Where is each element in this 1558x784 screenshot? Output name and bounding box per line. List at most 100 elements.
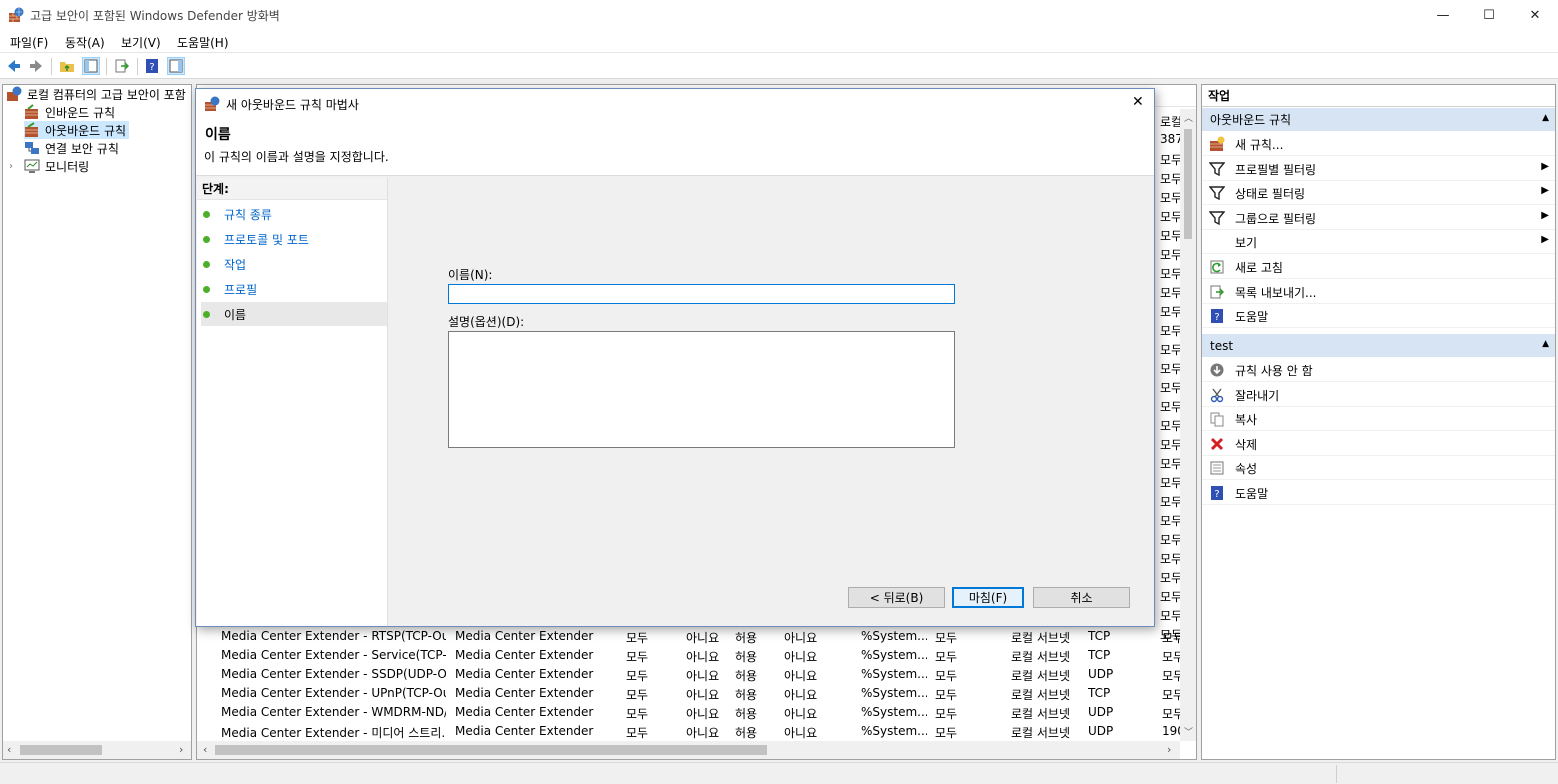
wizard-step[interactable]: 작업 — [201, 252, 387, 276]
menu-view[interactable]: 보기(V) — [121, 34, 161, 51]
list-cell-partial: 모두 — [1160, 343, 1180, 357]
scroll-left-icon[interactable]: ‹ — [7, 743, 11, 756]
dialog-heading: 이름 — [205, 127, 231, 143]
action-item-label: 프로필별 필터링 — [1235, 162, 1317, 177]
list-horizontal-scrollbar[interactable]: ‹ › — [197, 741, 1180, 759]
table-cell-remote-addr: 로컬 서브넷 — [1011, 688, 1071, 702]
rule-description-input[interactable] — [448, 331, 955, 448]
wizard-step[interactable]: 프로토콜 및 포트 — [201, 227, 387, 251]
wizard-step-label: 작업 — [224, 257, 247, 272]
tree-item-label: 연결 보안 규칙 — [45, 141, 119, 156]
expand-chevron-icon[interactable]: › — [9, 161, 19, 172]
table-cell-program: %System... — [861, 629, 927, 643]
scroll-right-icon[interactable]: › — [1167, 743, 1171, 756]
tree-item-monitoring[interactable]: › 모니터링 — [9, 157, 89, 175]
rule-name-input[interactable] — [448, 284, 955, 304]
action-item[interactable]: 새로 고침 — [1202, 255, 1555, 279]
back-button[interactable]: < 뒤로(B) — [848, 587, 945, 608]
action-item[interactable]: 새 규칙... — [1202, 132, 1555, 156]
dialog-close-button[interactable]: ✕ — [1132, 94, 1144, 110]
outbound-rules-icon — [25, 122, 38, 137]
scroll-right-icon[interactable]: › — [179, 743, 183, 756]
action-item[interactable]: 속성 — [1202, 456, 1555, 481]
scroll-left-icon[interactable]: ‹ — [203, 743, 207, 756]
help-icon[interactable]: ? — [143, 57, 161, 75]
back-arrow-icon[interactable] — [5, 57, 23, 75]
minimize-button[interactable]: — — [1420, 0, 1466, 31]
list-right-column: 로컬387모두모두모두모두모두모두모두모두모두모두모두모두모두모두모두모두모두모… — [1160, 109, 1180, 645]
action-item[interactable]: 프로필별 필터링 ▶ — [1202, 157, 1555, 181]
action-item-label: 잘라내기 — [1235, 388, 1280, 403]
dialog-title-bar: 새 아웃바운드 규칙 마법사 ✕ — [196, 89, 1154, 118]
actions-section-outbound[interactable]: 아웃바운드 규칙 ▲ — [1202, 108, 1555, 131]
menu-file[interactable]: 파일(F) — [10, 34, 48, 51]
submenu-arrow-icon: ▶ — [1541, 234, 1549, 246]
tree-item-outbound[interactable]: 아웃바운드 규칙 — [24, 121, 130, 139]
action-item[interactable]: 상태로 필터링 ▶ — [1202, 181, 1555, 206]
table-row[interactable]: Media Center Extender - UPnP(TCP-Out) Med… — [197, 684, 1182, 703]
table-row[interactable]: Media Center Extender - 미디어 스트리... Media … — [197, 722, 1182, 741]
action-item[interactable]: ? 도움말 — [1202, 304, 1555, 329]
wizard-step[interactable]: 규칙 종류 — [201, 202, 387, 226]
scrollbar-thumb[interactable] — [1184, 129, 1192, 239]
show-hide-tree-icon[interactable] — [82, 57, 100, 75]
maximize-button[interactable]: ☐ — [1466, 0, 1512, 31]
list-vertical-scrollbar[interactable]: ︿ ﹀ — [1180, 109, 1196, 741]
dialog-header: 이름 이 규칙의 이름과 설명을 지정합니다. — [196, 118, 1154, 176]
forward-arrow-icon[interactable] — [27, 57, 45, 75]
table-row[interactable]: Media Center Extender - RTSP(TCP-Out) Med… — [197, 627, 1182, 646]
list-cell-partial: 모두 — [1160, 457, 1180, 471]
table-cell-remote-addr: 로컬 서브넷 — [1011, 669, 1071, 683]
table-row[interactable]: Media Center Extender - SSDP(UDP-Out) Med… — [197, 665, 1182, 684]
table-row[interactable]: Media Center Extender - Service(TCP-O...… — [197, 646, 1182, 665]
action-item[interactable]: 복사 — [1202, 407, 1555, 432]
cancel-button[interactable]: 취소 — [1033, 587, 1130, 608]
scroll-up-icon[interactable]: ︿ — [1184, 111, 1193, 124]
action-item[interactable]: 보기 ▶ — [1202, 230, 1555, 255]
actions-header: 작업 — [1202, 85, 1555, 107]
new-outbound-rule-wizard: 새 아웃바운드 규칙 마법사 ✕ 이름 이 규칙의 이름과 설명을 지정합니다.… — [195, 88, 1155, 627]
tree-root[interactable]: 로컬 컴퓨터의 고급 보안이 포함 — [6, 85, 186, 103]
table-cell-override: 아니요 — [784, 726, 818, 740]
action-item[interactable]: 잘라내기 — [1202, 383, 1555, 407]
monitoring-icon — [24, 159, 40, 173]
action-item[interactable]: 삭제 — [1202, 432, 1555, 456]
status-bar — [0, 762, 1558, 784]
tree-item-inbound[interactable]: 인바운드 규칙 — [24, 103, 115, 121]
scrollbar-thumb[interactable] — [20, 745, 102, 755]
menu-bar: 파일(F) 동작(A) 보기(V) 도움말(H) — [0, 31, 1558, 53]
tree-horizontal-scrollbar[interactable]: ‹ › — [3, 741, 191, 759]
scroll-down-icon[interactable]: ﹀ — [1184, 725, 1193, 738]
table-cell-last: 모두 — [1162, 650, 1182, 664]
table-cell-group: Media Center Extender — [455, 686, 594, 700]
table-cell-program: %System... — [861, 648, 927, 662]
close-button[interactable]: ✕ — [1512, 0, 1558, 31]
list-cell-partial: 모두 — [1160, 400, 1180, 414]
actions-section-test[interactable]: test ▲ — [1202, 334, 1555, 357]
actions-pane: 작업 아웃바운드 규칙 ▲ 새 규칙... 프로필별 필터링 ▶ 상태로 필터링 ▶ 그룹… — [1201, 84, 1556, 760]
folder-up-icon[interactable] — [58, 57, 76, 75]
table-cell-remote-addr: 로컬 서브넷 — [1011, 650, 1071, 664]
collapse-up-icon[interactable]: ▲ — [1542, 339, 1549, 349]
menu-help[interactable]: 도움말(H) — [177, 34, 229, 51]
list-cell-partial: 모두 — [1160, 324, 1180, 338]
table-cell-action: 허용 — [735, 688, 758, 702]
tree-item-connection-security[interactable]: 연결 보안 규칙 — [24, 139, 119, 157]
action-item[interactable]: ? 도움말 — [1202, 481, 1555, 505]
action-item[interactable]: 목록 내보내기... — [1202, 280, 1555, 304]
table-row[interactable]: Media Center Extender - WMDRM-ND/... Medi… — [197, 703, 1182, 722]
action-item[interactable]: 그룹으로 필터링 ▶ — [1202, 206, 1555, 230]
table-cell-group: Media Center Extender — [455, 705, 594, 719]
action-item[interactable]: 규칙 사용 안 함 — [1202, 358, 1555, 382]
menu-action[interactable]: 동작(A) — [65, 34, 105, 51]
scrollbar-thumb[interactable] — [215, 745, 767, 755]
show-hide-action-pane-icon[interactable] — [167, 57, 185, 75]
export-list-icon[interactable] — [113, 57, 131, 75]
submenu-arrow-icon: ▶ — [1541, 209, 1549, 221]
collapse-up-icon[interactable]: ▲ — [1542, 113, 1549, 123]
wizard-step[interactable]: 프로필 — [201, 277, 387, 301]
finish-button[interactable]: 마침(F) — [952, 587, 1024, 608]
table-cell-last: 190 — [1162, 724, 1182, 738]
disable-rule-icon — [1209, 362, 1225, 378]
table-cell-program: %System... — [861, 705, 927, 719]
